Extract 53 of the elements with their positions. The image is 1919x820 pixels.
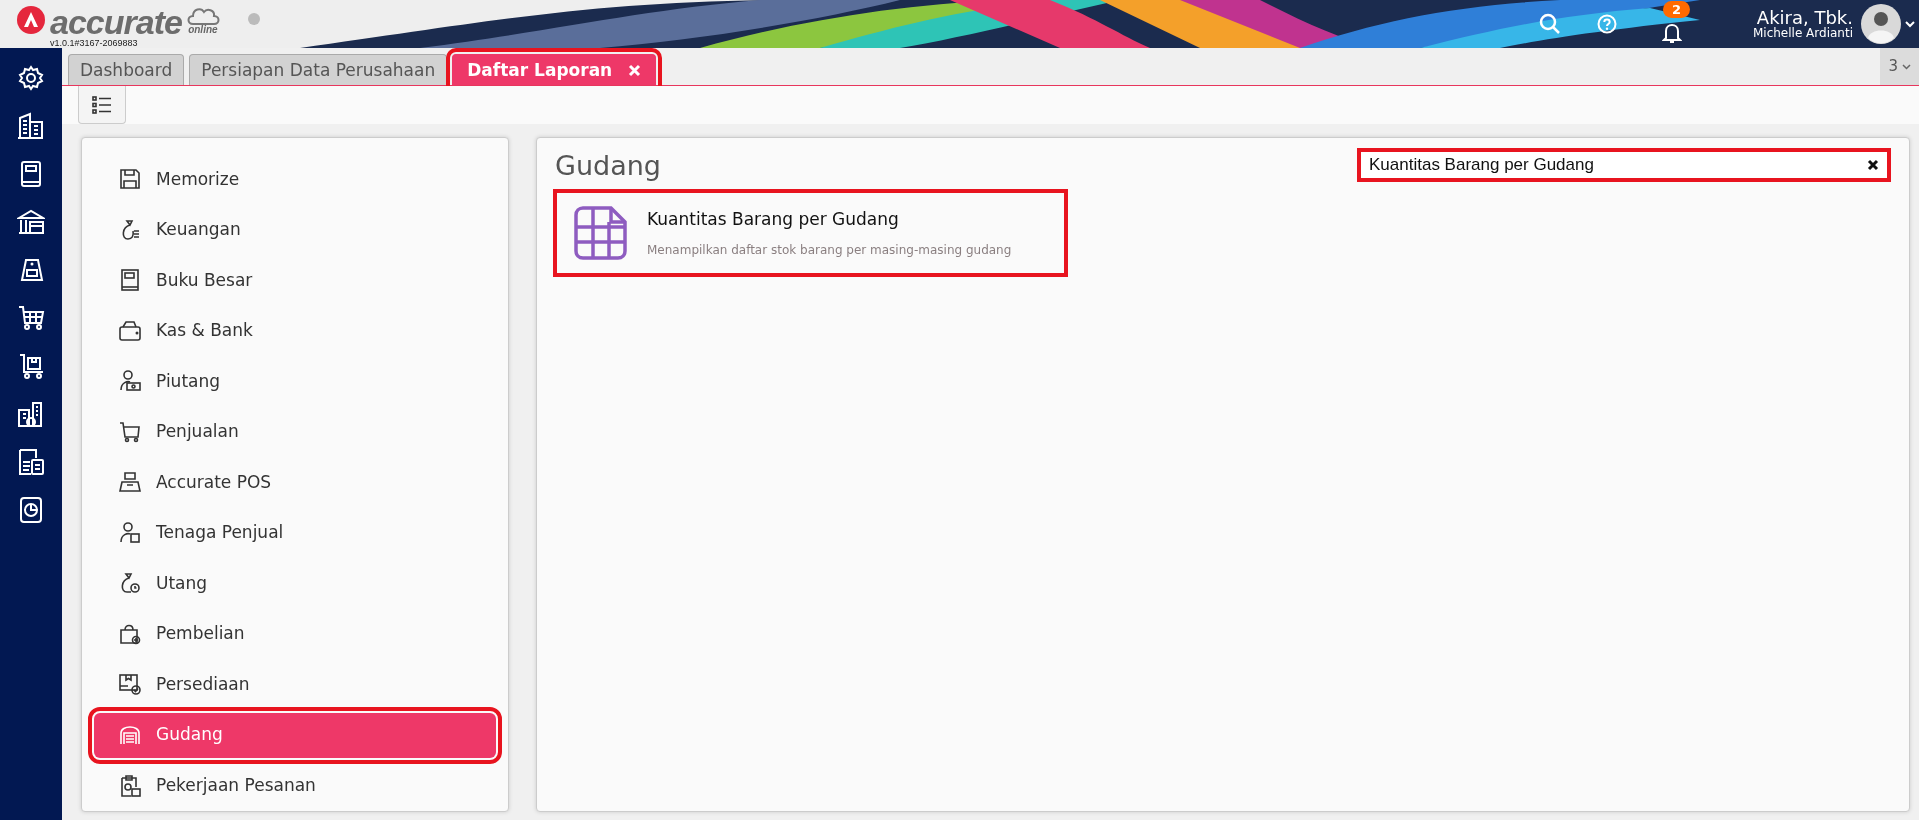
list-view-button[interactable] — [78, 86, 126, 124]
category-item[interactable]: Tenaga Penjual — [94, 507, 496, 558]
cash-register-icon — [118, 470, 142, 495]
status-dot-icon — [247, 12, 260, 25]
tab-overflow-button[interactable]: 3 — [1880, 48, 1919, 85]
report-chart-icon[interactable] — [17, 496, 45, 524]
category-item[interactable]: Kas & Bank — [94, 305, 496, 356]
chevron-down-icon — [1902, 63, 1911, 70]
category-item[interactable]: Buku Besar — [94, 255, 496, 306]
category-item[interactable]: Memorize — [94, 154, 496, 205]
category-item[interactable]: Penjualan — [94, 406, 496, 457]
trolley-icon[interactable] — [17, 352, 45, 380]
cart-icon[interactable] — [17, 304, 45, 332]
notification-bell-icon[interactable] — [1661, 22, 1682, 44]
list-icon — [92, 95, 112, 114]
company-name: Akira, Tbk. — [1756, 7, 1853, 28]
factory-icon[interactable] — [17, 400, 45, 428]
person-cash-icon — [118, 369, 142, 394]
cart-icon — [118, 419, 142, 444]
chevron-down-icon[interactable] — [1905, 20, 1915, 28]
settings-icon[interactable] — [17, 64, 45, 92]
wallet-icon — [118, 318, 142, 343]
category-item[interactable]: Pembelian — [94, 608, 496, 659]
table-icon — [573, 205, 629, 261]
version-text: v1.0.1#3167-2069883 — [50, 38, 139, 48]
help-icon[interactable] — [1596, 14, 1617, 34]
building-icon[interactable] — [17, 112, 45, 140]
user-name: Michelle Ardianti — [1752, 27, 1853, 41]
close-icon[interactable] — [1867, 159, 1879, 171]
bank-icon[interactable] — [17, 208, 45, 236]
category-item[interactable]: Persediaan — [94, 659, 496, 710]
warehouse-icon — [118, 723, 142, 747]
logo-icon — [16, 4, 46, 35]
book-icon — [118, 268, 142, 293]
box-check-icon — [118, 672, 142, 697]
category-item[interactable]: Piutang — [94, 356, 496, 407]
search-field[interactable]: Kuantitas Barang per Gudang — [1357, 148, 1891, 182]
report-card[interactable]: Kuantitas Barang per Gudang Menampilkan daftar stok barang per masing-masing gudang — [559, 195, 1062, 271]
category-item[interactable]: Accurate POS — [94, 457, 496, 508]
tab[interactable]: Dashboard — [68, 54, 185, 85]
category-item[interactable]: Keuangan — [94, 204, 496, 255]
report-title: Kuantitas Barang per Gudang — [647, 208, 900, 232]
panel-title: Gudang — [555, 149, 662, 179]
logo-text: accurate — [50, 4, 182, 39]
report-description: Menampilkan daftar stok barang per masing-masing gudang — [647, 241, 1012, 259]
avatar-icon[interactable] — [1861, 4, 1901, 44]
tax-document-icon[interactable] — [17, 448, 45, 476]
search-icon[interactable] — [1538, 13, 1561, 35]
logo-subtitle: online — [188, 24, 218, 35]
person-badge-icon — [118, 520, 142, 545]
category-item[interactable]: Utang — [94, 558, 496, 609]
category-item[interactable]: Pekerjaan Pesanan — [94, 760, 496, 811]
tab[interactable]: Persiapan Data Perusahaan — [189, 54, 448, 85]
